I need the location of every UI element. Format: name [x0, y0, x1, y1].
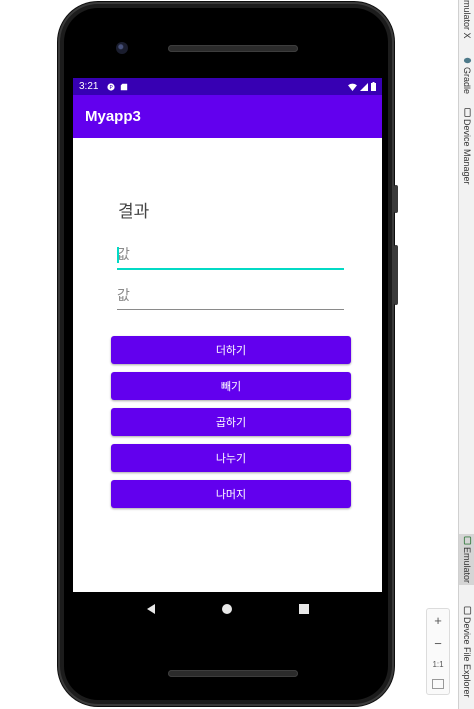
wifi-icon — [348, 83, 357, 91]
tool-tab-emulator[interactable]: Emulator — [459, 534, 474, 586]
emulator-zoom-controls: + − 1:1 — [426, 608, 450, 695]
zoom-out-button[interactable]: − — [434, 637, 442, 650]
device-screen: 3:21 P Myapp3 결과 값 값 더하기 빼기 곱하기 나누기 나머지 — [73, 78, 382, 592]
fit-screen-icon[interactable] — [432, 679, 444, 689]
system-nav-bar — [73, 592, 382, 626]
zoom-in-button[interactable]: + — [434, 614, 442, 627]
sd-card-icon — [121, 83, 128, 90]
home-icon[interactable] — [220, 602, 234, 616]
ide-tool-window-strip: mulator X Gradle Device Manager Emulator… — [458, 0, 474, 709]
front-camera — [116, 42, 128, 54]
volume-rocker[interactable] — [394, 245, 398, 305]
multiply-button[interactable]: 곱하기 — [111, 408, 351, 436]
emulator-icon — [463, 536, 471, 545]
tool-tab-gradle[interactable]: Gradle — [459, 56, 474, 94]
bottom-speaker — [168, 670, 298, 677]
tool-tab-device-manager[interactable]: Device Manager — [459, 108, 474, 185]
device-manager-icon — [463, 108, 471, 117]
first-value-placeholder: 값 — [117, 247, 130, 263]
second-value-placeholder: 값 — [117, 288, 130, 304]
remainder-button[interactable]: 나머지 — [111, 480, 351, 508]
elephant-icon — [463, 57, 471, 64]
second-value-input[interactable]: 값 — [117, 282, 344, 310]
result-label: 결과 — [118, 202, 150, 222]
divide-button[interactable]: 나누기 — [111, 444, 351, 472]
subtract-button[interactable]: 빼기 — [111, 372, 351, 400]
app-bar: Myapp3 — [73, 95, 382, 138]
status-bar: 3:21 P — [73, 78, 382, 95]
first-value-input[interactable]: 값 — [117, 242, 344, 270]
app-title: Myapp3 — [85, 108, 141, 125]
notification-icon: P — [107, 82, 116, 91]
tool-tab-device-file-explorer[interactable]: Device File Explorer — [459, 606, 474, 698]
power-button[interactable] — [394, 185, 398, 213]
text-cursor — [117, 247, 119, 263]
cell-signal-icon — [360, 82, 368, 91]
status-time: 3:21 — [79, 81, 99, 92]
add-button[interactable]: 더하기 — [111, 336, 351, 364]
battery-icon — [371, 82, 376, 91]
back-icon[interactable] — [144, 602, 158, 616]
earpiece-speaker — [168, 45, 298, 52]
actual-size-button[interactable]: 1:1 — [432, 660, 443, 669]
recents-icon[interactable] — [297, 602, 311, 616]
emulator-tab-header[interactable]: mulator X — [459, 0, 474, 39]
file-explorer-icon — [463, 606, 471, 615]
